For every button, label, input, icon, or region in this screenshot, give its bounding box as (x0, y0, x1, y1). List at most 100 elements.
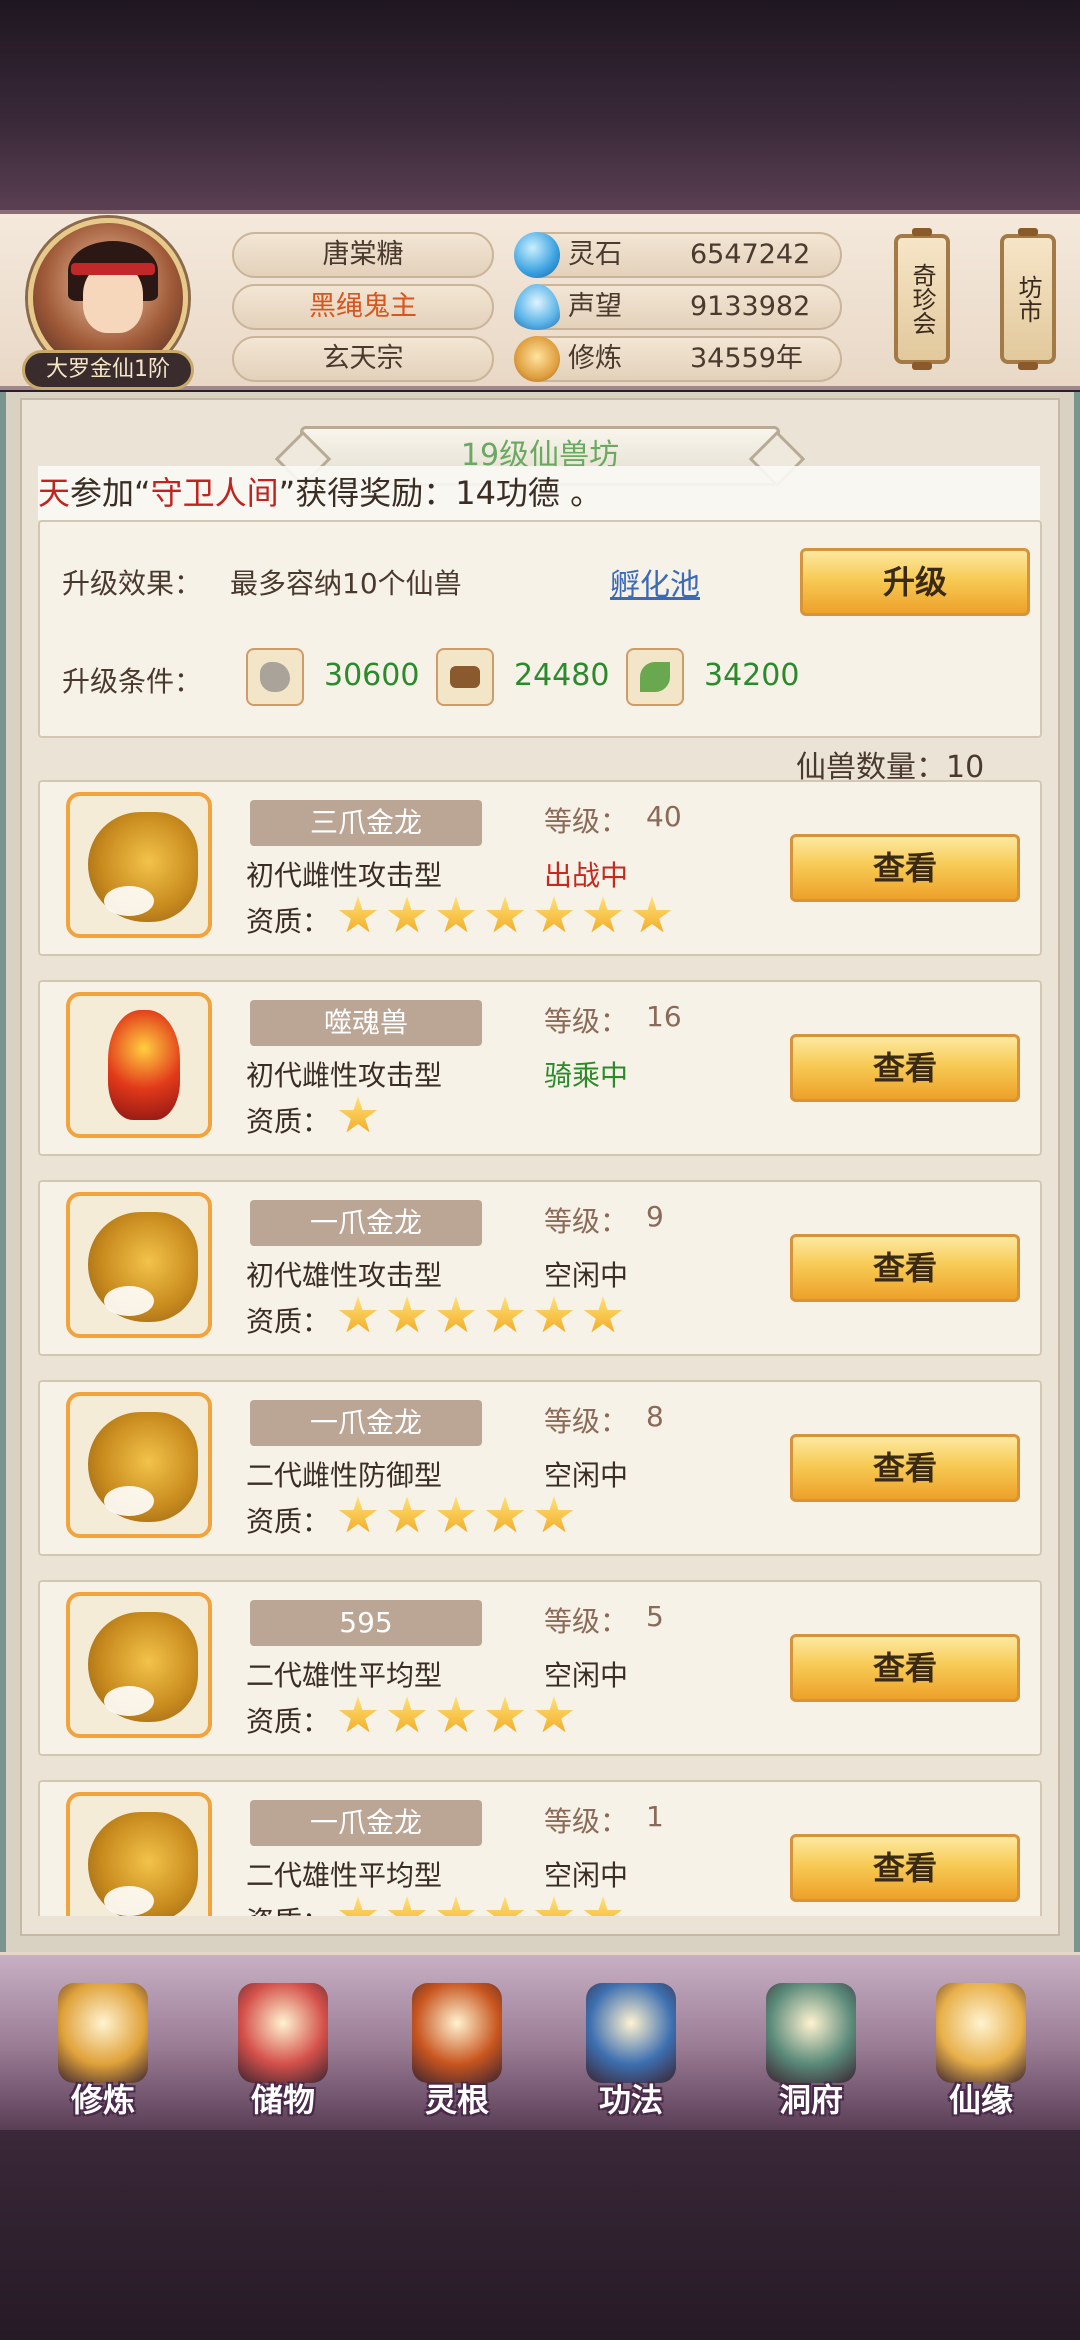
resource-spirit-stone: 灵石 6547242 (514, 232, 842, 278)
player-sect: 玄天宗 (232, 336, 494, 382)
golden-dragon-portrait[interactable] (66, 1592, 212, 1738)
nav-fate[interactable]: 仙缘 (906, 1955, 1056, 2131)
player-header: 大罗金仙1阶 唐棠糖 黑绳鬼主 玄天宗 灵石 6547242 声望 913398… (0, 210, 1080, 390)
beast-name: 一爪金龙 (250, 1400, 482, 1446)
beast-level-label: 等级： (544, 1605, 629, 1638)
beast-status: 空闲中 (544, 1659, 629, 1692)
beast-level-label: 等级： (544, 1005, 629, 1038)
beast-name: 三爪金龙 (250, 800, 482, 846)
star-icon (338, 1696, 378, 1733)
upgrade-effect-label: 升级效果： (62, 567, 203, 600)
nav-cultivate[interactable]: 修炼 (28, 1955, 178, 2131)
wood-material-icon[interactable] (436, 648, 494, 706)
star-icon (338, 1096, 378, 1133)
nav-cultivate-icon (58, 1983, 148, 2083)
quality-stars (338, 1296, 632, 1336)
beast-status: 空闲中 (544, 1859, 629, 1892)
golden-dragon-portrait[interactable] (66, 1192, 212, 1338)
view-beast-button[interactable]: 查看 (790, 1434, 1020, 1502)
beast-level-label: 等级： (544, 1805, 629, 1838)
golden-dragon-portrait[interactable] (66, 1792, 212, 1916)
beast-card[interactable]: 噬魂兽 初代雌性攻击型 资质： 等级： 16 骑乘中 查看 (38, 980, 1042, 1156)
nav-storage[interactable]: 储物 (208, 1955, 358, 2131)
beast-name: 595 (250, 1600, 482, 1646)
beast-card[interactable]: 一爪金龙 二代雌性防御型 资质： 等级： 8 空闲中 查看 (38, 1380, 1042, 1556)
hatch-pool-link[interactable]: 孵化池 (610, 560, 700, 604)
nav-cultivate-label: 修炼 (70, 2081, 135, 2119)
beast-type: 初代雌性攻击型 (246, 1059, 443, 1092)
marquee-prefix: 参加“ (70, 474, 151, 512)
star-icon (387, 1496, 427, 1533)
beast-list[interactable]: 三爪金龙 初代雌性攻击型 资质： 等级： 40 出战中 查看 噬魂兽 初代雌性攻击型 资质： 等级：… (38, 780, 1042, 1916)
bottom-backdrop (0, 2130, 1080, 2340)
beast-card[interactable]: 一爪金龙二代雄性平均型资质： 等级： 1 空闲中 查看 (38, 1780, 1042, 1916)
golden-dragon-portrait[interactable] (66, 1392, 212, 1538)
beast-name: 一爪金龙 (250, 1800, 482, 1846)
star-icon (534, 896, 574, 933)
soul-beast-portrait[interactable] (66, 992, 212, 1138)
quality-stars (338, 1896, 632, 1916)
star-icon (338, 1896, 378, 1916)
star-icon (387, 896, 427, 933)
beast-name: 一爪金龙 (250, 1200, 482, 1246)
star-icon (485, 896, 525, 933)
dragon-beard (104, 1686, 154, 1716)
beast-card[interactable]: 一爪金龙 初代雄性攻击型 资质： 等级： 9 空闲中 查看 (38, 1180, 1042, 1356)
beast-quality-label: 资质： (246, 905, 331, 938)
beast-level-label: 等级： (544, 805, 629, 838)
market-button[interactable]: 坊市 (1000, 228, 1056, 370)
nav-technique-label: 功法 (598, 2081, 663, 2119)
star-icon (436, 1696, 476, 1733)
ore-material-icon[interactable] (246, 648, 304, 706)
beast-quality-label: 资质： (246, 1305, 331, 1338)
beast-level: 8 (646, 1400, 664, 1433)
golden-dragon-portrait[interactable] (66, 792, 212, 938)
player-rank-badge: 大罗金仙1阶 (22, 350, 194, 390)
upgrade-condition-label: 升级条件： (62, 665, 203, 698)
market-label: 坊市 (1014, 275, 1042, 323)
dragon-beard (104, 1486, 154, 1516)
dragon-beard (104, 1886, 154, 1916)
view-beast-button[interactable]: 查看 (790, 1034, 1020, 1102)
view-beast-button[interactable]: 查看 (790, 1834, 1020, 1902)
star-icon (387, 1696, 427, 1733)
view-beast-button[interactable]: 查看 (790, 1634, 1020, 1702)
beast-level: 1 (646, 1800, 664, 1833)
star-icon (436, 1296, 476, 1333)
upgrade-button[interactable]: 升级 (800, 548, 1030, 616)
beast-card[interactable]: 三爪金龙 初代雌性攻击型 资质： 等级： 40 出战中 查看 (38, 780, 1042, 956)
beast-quality-label: 资质： (246, 1705, 331, 1738)
treasure-shop-button[interactable]: 奇珍会 (894, 228, 950, 370)
star-icon (338, 896, 378, 933)
herb-material-icon[interactable] (626, 648, 684, 706)
beast-quality-label: 资质： (246, 1900, 330, 1916)
star-icon (485, 1496, 525, 1533)
treasure-shop-label: 奇珍会 (908, 263, 936, 335)
star-icon (485, 1896, 525, 1916)
announcement-marquee: 天参加“守卫人间”获得奖励：14功德 。 (38, 466, 1040, 520)
resource-reputation: 声望 9133982 (514, 284, 842, 330)
beast-level: 40 (646, 800, 682, 833)
resource-label: 修炼 (568, 343, 622, 374)
nav-spirit-root[interactable]: 灵根 (382, 1955, 532, 2131)
beast-quality-label: 资质： (246, 1105, 331, 1138)
view-beast-button[interactable]: 查看 (790, 834, 1020, 902)
nav-cave[interactable]: 洞府 (736, 1955, 886, 2131)
resource-label: 灵石 (568, 239, 622, 270)
view-beast-button[interactable]: 查看 (790, 1234, 1020, 1302)
beast-card[interactable]: 595 二代雄性平均型 资质： 等级： 5 空闲中 查看 (38, 1580, 1042, 1756)
beast-status: 空闲中 (544, 1259, 629, 1292)
nav-fate-icon (936, 1983, 1026, 2083)
resource-cultivation: 修炼 34559年 (514, 336, 842, 382)
beast-level-label: 等级： (544, 1405, 629, 1438)
beast-type: 初代雌性攻击型 (246, 859, 443, 892)
dragon-beard (104, 1286, 154, 1316)
cultivation-icon (514, 336, 560, 382)
nav-storage-label: 储物 (250, 2081, 315, 2119)
star-icon (534, 1296, 574, 1333)
dragon-beard (104, 886, 154, 916)
avatar-headband (71, 263, 155, 275)
marquee-event: 守卫人间 (150, 474, 279, 512)
star-icon (534, 1696, 574, 1733)
nav-technique[interactable]: 功法 (556, 1955, 706, 2131)
